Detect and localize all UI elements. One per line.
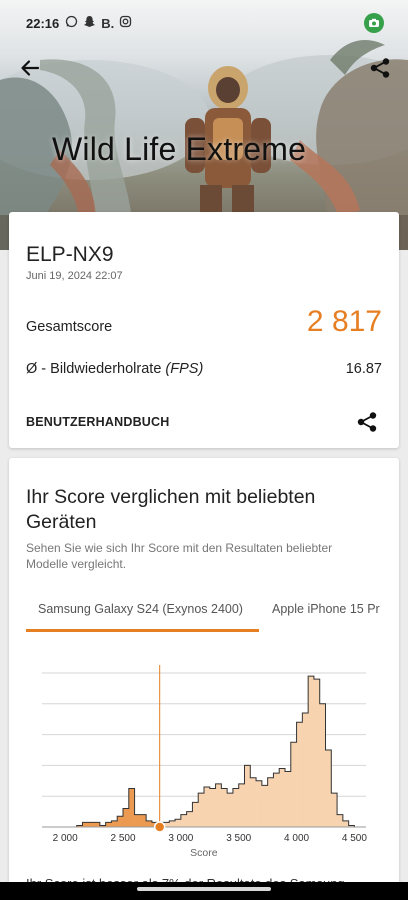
total-score-label: Gesamtscore	[26, 319, 113, 335]
score-distribution-chart: 2 000 2 500 3 000 3 500 4 000 4 500 Score	[9, 643, 399, 868]
histogram-bar	[296, 722, 303, 827]
share-icon	[357, 412, 377, 432]
x-tick-label: 2 000	[53, 833, 78, 844]
device-tabs: Samsung Galaxy S24 (Exynos 2400) Apple i…	[9, 598, 399, 634]
histogram-bar	[250, 777, 257, 827]
histogram-bar	[94, 822, 101, 827]
histogram-bar	[123, 808, 130, 827]
comparison-title: Ihr Score verglichen mit beliebten Gerät…	[26, 486, 316, 533]
histogram-bar	[180, 814, 187, 827]
fps-label-text: Ø - Bildwiederholrate	[26, 361, 166, 377]
arrow-left-icon	[21, 60, 40, 76]
total-score-value: 2 817	[306, 305, 382, 338]
device-name: ELP-NX9	[26, 243, 114, 266]
back-button[interactable]	[14, 52, 46, 84]
histogram-bar	[82, 822, 89, 827]
histogram-bar	[273, 773, 280, 827]
fps-label-unit: (FPS)	[165, 361, 204, 377]
histogram-bar	[111, 820, 118, 827]
comparison-card: Ihr Score verglichen mit beliebten Gerät…	[9, 458, 399, 900]
status-time: 22:16	[26, 15, 60, 31]
histogram-bar	[267, 777, 274, 827]
x-tick-label: 3 500	[226, 833, 251, 844]
histogram-bar	[238, 783, 245, 827]
active-tab-indicator	[26, 629, 259, 632]
run-date: Juni 19, 2024 22:07	[26, 270, 123, 282]
histogram-bar	[227, 793, 234, 827]
tab-apple-iphone-15[interactable]: Apple iPhone 15 Pr	[272, 602, 380, 616]
camera-badge-icon	[364, 13, 384, 33]
home-gesture-handle[interactable]	[137, 887, 271, 891]
histogram-bar	[279, 768, 286, 827]
histogram-bar	[134, 814, 141, 827]
histogram-bar	[169, 820, 176, 827]
histogram-bar	[331, 793, 338, 827]
histogram-bar	[175, 819, 182, 827]
histogram-bar	[186, 811, 193, 827]
x-tick-label: 4 000	[284, 833, 309, 844]
histogram-bar	[117, 816, 124, 827]
share-button[interactable]	[364, 52, 396, 84]
x-tick-label: 4 500	[342, 833, 367, 844]
fps-label: Ø - Bildwiederholrate (FPS)	[26, 361, 203, 377]
histogram-bar	[204, 786, 211, 827]
instagram-icon	[119, 15, 132, 31]
histogram-bar	[128, 788, 135, 827]
user-score-marker	[153, 821, 166, 833]
histogram-svg: 2 000 2 500 3 000 3 500 4 000 4 500 Score	[42, 665, 367, 859]
b-icon: B.	[101, 15, 115, 31]
snapchat-icon	[83, 15, 96, 31]
histogram-bar	[285, 771, 292, 827]
histogram-bar	[302, 713, 309, 827]
histogram-bar	[261, 785, 268, 827]
histogram-bar	[319, 703, 326, 827]
histogram-bar	[313, 679, 321, 827]
histogram-bar	[290, 742, 297, 827]
x-tick-label: 3 000	[168, 833, 193, 844]
histogram-bar	[146, 820, 153, 827]
histogram-bar	[88, 822, 95, 827]
histogram-bar	[198, 793, 205, 827]
share-result-button[interactable]	[353, 408, 381, 436]
histogram-bar	[325, 750, 332, 827]
comparison-subtitle: Sehen Sie wie sich Ihr Score mit den Res…	[26, 541, 333, 571]
whatsapp-icon	[65, 15, 78, 31]
histogram-bar	[140, 814, 147, 827]
histogram-bar	[342, 820, 349, 827]
histogram-bar	[232, 788, 240, 827]
histogram-bar	[105, 822, 112, 827]
histogram-bar	[192, 802, 199, 827]
tab-samsung-galaxy-s24[interactable]: Samsung Galaxy S24 (Exynos 2400)	[38, 602, 243, 616]
status-bar: 22:16 B.	[0, 0, 408, 46]
histogram-bar	[256, 780, 263, 827]
histogram-bar	[215, 783, 222, 827]
histogram-bar	[244, 765, 251, 827]
share-icon	[370, 58, 390, 78]
histogram-bar	[337, 814, 344, 827]
result-card: ELP-NX9 Juni 19, 2024 22:07 Gesamtscore …	[9, 212, 399, 448]
histogram-bar	[221, 788, 228, 827]
system-nav-bar	[0, 882, 408, 900]
x-tick-label: 2 500	[110, 833, 135, 844]
x-axis-label: Score	[190, 847, 218, 859]
benchmark-title: Wild Life Extreme	[52, 131, 307, 167]
user-manual-link[interactable]: BENUTZERHANDBUCH	[26, 415, 169, 429]
histogram-bar	[308, 676, 315, 827]
fps-value: 16.87	[345, 361, 382, 377]
histogram-bar	[209, 788, 216, 827]
